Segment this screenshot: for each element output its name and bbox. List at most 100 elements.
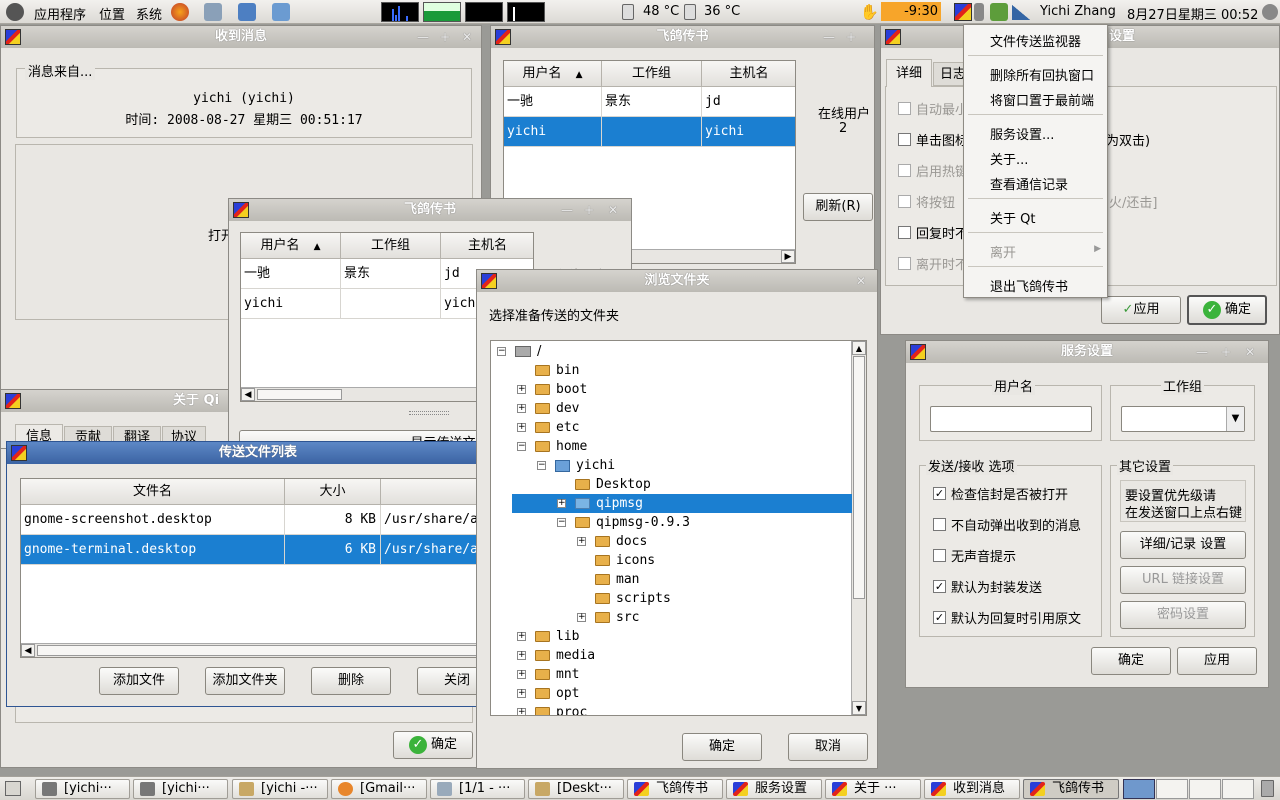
taskbar-item[interactable]: 服务设置 (726, 779, 822, 799)
menu-item-bring-to-front[interactable]: 将窗口置于最前端 (990, 90, 1094, 109)
menu-system[interactable]: 系统 (136, 4, 162, 23)
close-icon[interactable]: ✕ (459, 29, 475, 45)
signal-icon[interactable] (1012, 5, 1030, 20)
collapse-icon[interactable]: − (517, 442, 526, 451)
close-icon[interactable]: ✕ (1242, 344, 1258, 360)
menu-item-about-qt[interactable]: 关于 Qt (990, 208, 1035, 227)
tree-node[interactable]: dev (535, 399, 579, 418)
username-input[interactable] (930, 406, 1092, 432)
gnome-foot-icon[interactable] (6, 3, 24, 21)
add-file-button[interactable]: 添加文件 (99, 667, 179, 695)
expand-icon[interactable]: + (517, 423, 526, 432)
cell-host[interactable]: jd (702, 87, 795, 117)
weather-indicator[interactable]: -9:30 (881, 2, 941, 21)
title-bar[interactable]: 传送文件列表 ✕ (7, 442, 509, 464)
expand-icon[interactable]: + (517, 708, 526, 715)
tree-node[interactable]: src (595, 608, 639, 627)
apply-button[interactable]: ✓应用 (1101, 296, 1181, 324)
workspace-1[interactable] (1123, 779, 1155, 799)
option-checkbox[interactable] (898, 164, 911, 177)
expand-icon[interactable]: + (577, 537, 586, 546)
menu-item-about[interactable]: 关于... (990, 149, 1028, 168)
expand-icon[interactable]: + (517, 404, 526, 413)
option-checkbox[interactable] (898, 226, 911, 239)
hand-icon[interactable]: ✋ (860, 3, 879, 21)
screen-icon[interactable] (238, 3, 256, 21)
cell-group[interactable]: 景东 (341, 259, 441, 289)
minimize-icon[interactable]: — (821, 29, 837, 45)
tree-node[interactable]: home (535, 437, 587, 456)
ok-button[interactable]: ✓ 确定 (393, 731, 473, 759)
taskbar-item[interactable]: [yichi··· (133, 779, 228, 799)
title-bar[interactable]: 浏览文件夹 ✕ (477, 270, 877, 292)
expand-icon[interactable]: + (517, 670, 526, 679)
taskbar-item[interactable]: [Deskt··· (528, 779, 624, 799)
detail-log-settings-button[interactable]: 详细/记录 设置 (1120, 531, 1246, 559)
clock[interactable]: 8月27日星期三 00:52 (1127, 4, 1258, 23)
menu-item-delete-receipts[interactable]: 删除所有回执窗口 (990, 65, 1094, 84)
scroll-thumb[interactable] (853, 356, 865, 599)
option-checkbox[interactable] (898, 133, 911, 146)
refresh-button[interactable]: 刷新(R) (803, 193, 873, 221)
ok-button[interactable]: ✓ 确定 (1187, 295, 1267, 325)
show-desktop-icon[interactable] (5, 781, 21, 796)
collapse-icon[interactable]: − (497, 347, 506, 356)
menu-item-transfer-monitor[interactable]: 文件传送监视器 (990, 31, 1081, 50)
option-checkbox[interactable] (898, 102, 911, 115)
scroll-thumb[interactable] (257, 389, 342, 400)
col-host-header[interactable]: 主机名 (702, 61, 795, 87)
tree-node[interactable]: etc (535, 418, 579, 437)
vertical-scrollbar[interactable]: ▲ ▼ (851, 341, 866, 715)
cancel-button[interactable]: 取消 (788, 733, 868, 761)
tree-node[interactable]: opt (535, 684, 579, 703)
apply-button[interactable]: 应用 (1177, 647, 1257, 675)
cell-group[interactable] (341, 289, 441, 319)
file-name[interactable]: gnome-terminal.desktop (21, 535, 285, 565)
title-bar[interactable]: 收到消息 — + ✕ (1, 26, 481, 48)
expand-icon[interactable]: + (517, 632, 526, 641)
network-icon[interactable] (272, 3, 290, 21)
col-user-header[interactable]: 用户名 ▲ (504, 61, 602, 87)
checkbox[interactable] (933, 549, 946, 562)
workspace-4[interactable] (1222, 779, 1254, 799)
taskbar-item[interactable]: [1/1 - ··· (430, 779, 525, 799)
tab-detail[interactable]: 详细 (886, 59, 932, 87)
tree-node[interactable]: boot (535, 380, 587, 399)
password-settings-button[interactable]: 密码设置 (1120, 601, 1246, 629)
user-name[interactable]: Yichi Zhang (1040, 4, 1116, 19)
menu-applications[interactable]: 应用程序 (34, 4, 86, 23)
taskbar-item[interactable]: 关于 ··· (825, 779, 921, 799)
expand-icon[interactable]: + (517, 651, 526, 660)
scroll-left-icon[interactable]: ◀ (21, 644, 35, 657)
file-size[interactable]: 8 KB (285, 505, 381, 535)
ok-button[interactable]: 确定 (682, 733, 762, 761)
cell-user[interactable]: yichi (504, 117, 602, 147)
minimize-icon[interactable]: — (415, 29, 431, 45)
maximize-icon[interactable]: + (1218, 344, 1234, 360)
cell-user[interactable]: 一驰 (504, 87, 602, 117)
collapse-icon[interactable]: − (557, 518, 566, 527)
cell-group[interactable] (602, 117, 702, 147)
tree-node[interactable]: proc (535, 703, 587, 715)
expand-icon[interactable]: + (577, 613, 586, 622)
trash-icon[interactable] (1261, 780, 1274, 797)
col-host-header[interactable]: 主机名 (441, 233, 533, 259)
taskbar-item[interactable]: 飞鸽传书 (627, 779, 723, 799)
tree-node[interactable]: docs (595, 532, 647, 551)
menu-places[interactable]: 位置 (99, 4, 125, 23)
tree-node[interactable]: / (515, 342, 541, 361)
taskbar-item[interactable]: 飞鸽传书 (1023, 779, 1119, 799)
scroll-left-icon[interactable]: ◀ (241, 388, 255, 401)
workspace-switcher[interactable] (1123, 779, 1254, 799)
splitter-handle[interactable] (409, 411, 449, 415)
workgroup-select[interactable]: ▼ (1121, 406, 1245, 432)
tree-node[interactable]: mnt (535, 665, 579, 684)
firefox-icon[interactable] (171, 3, 189, 21)
col-size-header[interactable]: 大小 (285, 479, 381, 505)
close-icon[interactable]: ✕ (605, 202, 621, 218)
scroll-thumb[interactable] (37, 645, 477, 656)
menu-item-away[interactable]: 离开 (990, 242, 1016, 261)
minimize-icon[interactable]: — (1194, 344, 1210, 360)
scroll-down-icon[interactable]: ▼ (852, 701, 866, 715)
network-manager-icon[interactable] (1262, 4, 1278, 20)
